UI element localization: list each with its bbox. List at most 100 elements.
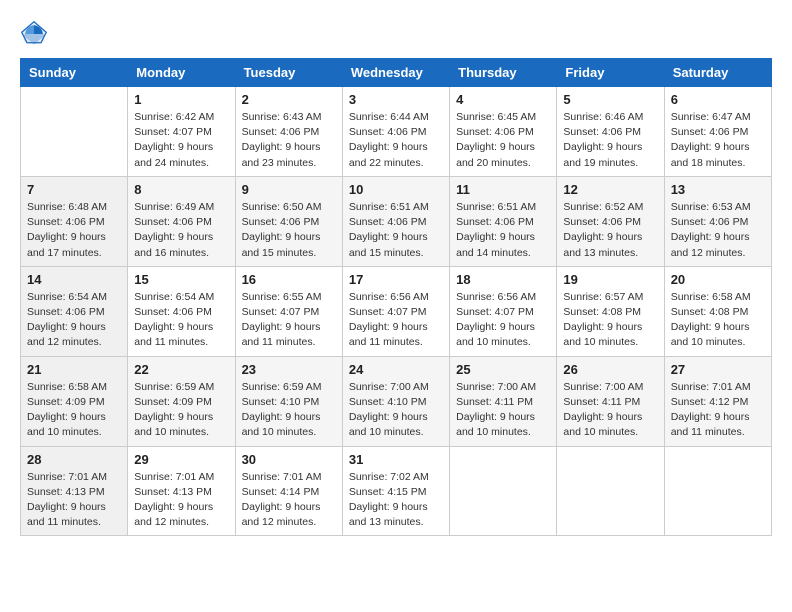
- day-number: 27: [671, 362, 765, 377]
- day-info: Sunrise: 6:57 AM Sunset: 4:08 PM Dayligh…: [563, 290, 657, 351]
- day-number: 30: [242, 452, 336, 467]
- day-number: 7: [27, 182, 121, 197]
- day-number: 5: [563, 92, 657, 107]
- calendar-week-5: 28 Sunrise: 7:01 AM Sunset: 4:13 PM Dayli…: [21, 446, 772, 536]
- day-info: Sunrise: 7:01 AM Sunset: 4:13 PM Dayligh…: [134, 470, 228, 531]
- calendar-week-4: 21 Sunrise: 6:58 AM Sunset: 4:09 PM Dayli…: [21, 356, 772, 446]
- calendar-cell: 31 Sunrise: 7:02 AM Sunset: 4:15 PM Dayli…: [342, 446, 449, 536]
- calendar-cell: 26 Sunrise: 7:00 AM Sunset: 4:11 PM Dayli…: [557, 356, 664, 446]
- day-info: Sunrise: 6:59 AM Sunset: 4:10 PM Dayligh…: [242, 380, 336, 441]
- calendar-header-row: SundayMondayTuesdayWednesdayThursdayFrid…: [21, 59, 772, 87]
- calendar-cell: 24 Sunrise: 7:00 AM Sunset: 4:10 PM Dayli…: [342, 356, 449, 446]
- day-info: Sunrise: 6:56 AM Sunset: 4:07 PM Dayligh…: [456, 290, 550, 351]
- day-info: Sunrise: 7:00 AM Sunset: 4:10 PM Dayligh…: [349, 380, 443, 441]
- calendar-cell: 15Sunrise: 6:54 AM Sunset: 4:06 PM Dayli…: [128, 266, 235, 356]
- weekday-header-tuesday: Tuesday: [235, 59, 342, 87]
- calendar-cell: 3 Sunrise: 6:44 AM Sunset: 4:06 PM Daylig…: [342, 87, 449, 177]
- calendar-cell: 7 Sunrise: 6:48 AM Sunset: 4:06 PM Daylig…: [21, 176, 128, 266]
- calendar-cell: 2Sunrise: 6:43 AM Sunset: 4:06 PM Daylig…: [235, 87, 342, 177]
- calendar-cell: 6 Sunrise: 6:47 AM Sunset: 4:06 PM Daylig…: [664, 87, 771, 177]
- day-number: 13: [671, 182, 765, 197]
- calendar-cell: 23 Sunrise: 6:59 AM Sunset: 4:10 PM Dayli…: [235, 356, 342, 446]
- day-number: 23: [242, 362, 336, 377]
- calendar-cell: 17 Sunrise: 6:56 AM Sunset: 4:07 PM Dayli…: [342, 266, 449, 356]
- day-info: Sunrise: 6:58 AM Sunset: 4:09 PM Dayligh…: [27, 380, 121, 441]
- day-number: 17: [349, 272, 443, 287]
- day-number: 10: [349, 182, 443, 197]
- day-number: 12: [563, 182, 657, 197]
- day-number: 28: [27, 452, 121, 467]
- day-info: Sunrise: 7:01 AM Sunset: 4:13 PM Dayligh…: [27, 470, 121, 531]
- day-info: Sunrise: 6:43 AM Sunset: 4:06 PM Dayligh…: [242, 110, 336, 171]
- logo: [20, 20, 52, 48]
- calendar-cell: [557, 446, 664, 536]
- day-info: Sunrise: 6:50 AM Sunset: 4:06 PM Dayligh…: [242, 200, 336, 261]
- day-info: Sunrise: 6:59 AM Sunset: 4:09 PM Dayligh…: [134, 380, 228, 441]
- calendar-cell: 30 Sunrise: 7:01 AM Sunset: 4:14 PM Dayli…: [235, 446, 342, 536]
- weekday-header-saturday: Saturday: [664, 59, 771, 87]
- calendar-cell: 22Sunrise: 6:59 AM Sunset: 4:09 PM Dayli…: [128, 356, 235, 446]
- day-info: Sunrise: 7:00 AM Sunset: 4:11 PM Dayligh…: [456, 380, 550, 441]
- day-number: 4: [456, 92, 550, 107]
- day-number: 21: [27, 362, 121, 377]
- calendar-cell: 4 Sunrise: 6:45 AM Sunset: 4:06 PM Daylig…: [450, 87, 557, 177]
- day-info: Sunrise: 6:42 AM Sunset: 4:07 PM Dayligh…: [134, 110, 228, 171]
- day-info: Sunrise: 6:54 AM Sunset: 4:06 PM Dayligh…: [27, 290, 121, 351]
- calendar-cell: 25 Sunrise: 7:00 AM Sunset: 4:11 PM Dayli…: [450, 356, 557, 446]
- calendar-cell: [450, 446, 557, 536]
- day-number: 18: [456, 272, 550, 287]
- day-info: Sunrise: 6:53 AM Sunset: 4:06 PM Dayligh…: [671, 200, 765, 261]
- weekday-header-wednesday: Wednesday: [342, 59, 449, 87]
- calendar-week-3: 14Sunrise: 6:54 AM Sunset: 4:06 PM Dayli…: [21, 266, 772, 356]
- day-info: Sunrise: 6:51 AM Sunset: 4:06 PM Dayligh…: [456, 200, 550, 261]
- calendar-cell: 16Sunrise: 6:55 AM Sunset: 4:07 PM Dayli…: [235, 266, 342, 356]
- calendar-cell: [664, 446, 771, 536]
- calendar-cell: 29 Sunrise: 7:01 AM Sunset: 4:13 PM Dayli…: [128, 446, 235, 536]
- calendar-cell: 28 Sunrise: 7:01 AM Sunset: 4:13 PM Dayli…: [21, 446, 128, 536]
- calendar-cell: 5 Sunrise: 6:46 AM Sunset: 4:06 PM Daylig…: [557, 87, 664, 177]
- calendar-cell: 14Sunrise: 6:54 AM Sunset: 4:06 PM Dayli…: [21, 266, 128, 356]
- day-info: Sunrise: 6:45 AM Sunset: 4:06 PM Dayligh…: [456, 110, 550, 171]
- day-info: Sunrise: 6:49 AM Sunset: 4:06 PM Dayligh…: [134, 200, 228, 261]
- calendar-cell: 18 Sunrise: 6:56 AM Sunset: 4:07 PM Dayli…: [450, 266, 557, 356]
- weekday-header-thursday: Thursday: [450, 59, 557, 87]
- calendar-cell: 27 Sunrise: 7:01 AM Sunset: 4:12 PM Dayli…: [664, 356, 771, 446]
- day-info: Sunrise: 6:55 AM Sunset: 4:07 PM Dayligh…: [242, 290, 336, 351]
- day-info: Sunrise: 6:46 AM Sunset: 4:06 PM Dayligh…: [563, 110, 657, 171]
- day-number: 31: [349, 452, 443, 467]
- day-number: 6: [671, 92, 765, 107]
- day-info: Sunrise: 6:47 AM Sunset: 4:06 PM Dayligh…: [671, 110, 765, 171]
- day-number: 9: [242, 182, 336, 197]
- calendar-cell: 10 Sunrise: 6:51 AM Sunset: 4:06 PM Dayli…: [342, 176, 449, 266]
- day-number: 29: [134, 452, 228, 467]
- day-number: 1: [134, 92, 228, 107]
- day-number: 8: [134, 182, 228, 197]
- calendar-cell: [21, 87, 128, 177]
- day-info: Sunrise: 6:51 AM Sunset: 4:06 PM Dayligh…: [349, 200, 443, 261]
- day-info: Sunrise: 7:00 AM Sunset: 4:11 PM Dayligh…: [563, 380, 657, 441]
- day-info: Sunrise: 6:54 AM Sunset: 4:06 PM Dayligh…: [134, 290, 228, 351]
- day-info: Sunrise: 6:56 AM Sunset: 4:07 PM Dayligh…: [349, 290, 443, 351]
- calendar-cell: 1 Sunrise: 6:42 AM Sunset: 4:07 PM Daylig…: [128, 87, 235, 177]
- logo-icon: [20, 20, 48, 48]
- weekday-header-sunday: Sunday: [21, 59, 128, 87]
- page-header: [20, 20, 772, 48]
- day-info: Sunrise: 6:52 AM Sunset: 4:06 PM Dayligh…: [563, 200, 657, 261]
- day-info: Sunrise: 6:44 AM Sunset: 4:06 PM Dayligh…: [349, 110, 443, 171]
- calendar-cell: 12 Sunrise: 6:52 AM Sunset: 4:06 PM Dayli…: [557, 176, 664, 266]
- day-info: Sunrise: 7:02 AM Sunset: 4:15 PM Dayligh…: [349, 470, 443, 531]
- calendar-cell: 8 Sunrise: 6:49 AM Sunset: 4:06 PM Daylig…: [128, 176, 235, 266]
- calendar-cell: 19Sunrise: 6:57 AM Sunset: 4:08 PM Dayli…: [557, 266, 664, 356]
- day-info: Sunrise: 6:48 AM Sunset: 4:06 PM Dayligh…: [27, 200, 121, 261]
- day-info: Sunrise: 7:01 AM Sunset: 4:12 PM Dayligh…: [671, 380, 765, 441]
- day-number: 20: [671, 272, 765, 287]
- calendar-cell: 21 Sunrise: 6:58 AM Sunset: 4:09 PM Dayli…: [21, 356, 128, 446]
- calendar-cell: 11Sunrise: 6:51 AM Sunset: 4:06 PM Dayli…: [450, 176, 557, 266]
- day-number: 25: [456, 362, 550, 377]
- day-number: 24: [349, 362, 443, 377]
- day-number: 26: [563, 362, 657, 377]
- weekday-header-monday: Monday: [128, 59, 235, 87]
- day-info: Sunrise: 7:01 AM Sunset: 4:14 PM Dayligh…: [242, 470, 336, 531]
- calendar-table: SundayMondayTuesdayWednesdayThursdayFrid…: [20, 58, 772, 536]
- day-number: 3: [349, 92, 443, 107]
